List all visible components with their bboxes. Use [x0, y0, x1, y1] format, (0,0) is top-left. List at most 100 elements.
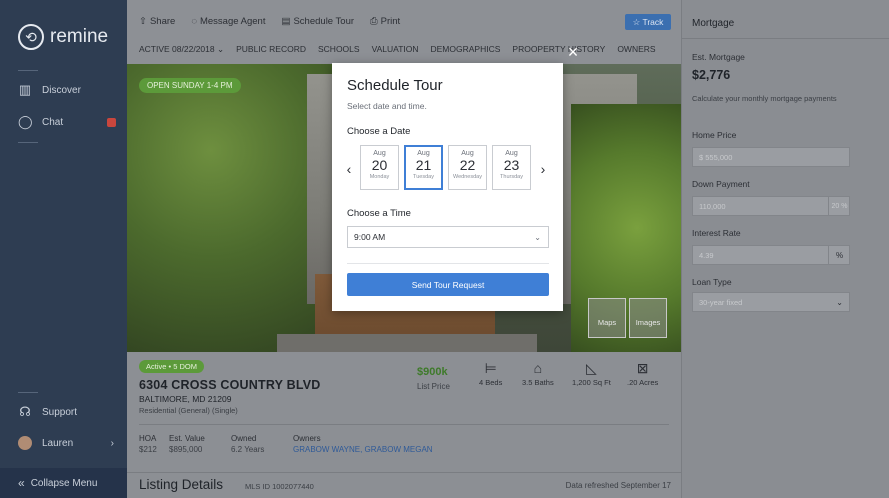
remine-logo-icon: ⟲	[18, 24, 44, 50]
schedule-tour-button[interactable]: ▤ Schedule Tour	[281, 16, 354, 27]
date-weekday: Tuesday	[413, 174, 434, 180]
sidebar: ⟲ remine ▥ Discover ◯ Chat ☊ Support Lau…	[0, 0, 127, 498]
date-option[interactable]: Aug 22 Wednesday	[448, 145, 487, 190]
collapse-menu-button[interactable]: « Collapse Menu	[0, 468, 127, 498]
sqft-stat: ◺ 1,200 Sq Ft	[572, 360, 611, 387]
date-weekday: Wednesday	[453, 174, 482, 180]
address: 6304 CROSS COUNTRY BLVD	[139, 378, 321, 392]
date-option[interactable]: Aug 23 Thursday	[492, 145, 531, 190]
mortgage-title: Mortgage	[692, 18, 735, 29]
date-weekday: Monday	[369, 174, 390, 180]
message-agent-button[interactable]: ◌ Message Agent	[191, 16, 265, 27]
status-badge: Active • 5 DOM	[139, 360, 204, 373]
property-type: Residential (General) (Single)	[139, 406, 238, 415]
track-button[interactable]: ☆ Track	[625, 14, 671, 30]
date-month: Aug	[417, 150, 430, 157]
owned-value: 6.2 Years	[231, 445, 265, 454]
date-month: Aug	[505, 150, 518, 157]
images-thumbnail[interactable]: Images	[629, 298, 667, 338]
tab-schools[interactable]: SCHOOLS	[318, 44, 360, 55]
divider	[347, 263, 549, 264]
down-payment-percent[interactable]: 20 %	[828, 196, 850, 216]
city: BALTIMORE, MD 21209	[139, 394, 232, 404]
print-button[interactable]: ⎙ Print	[370, 16, 400, 27]
chevron-down-icon: ⌄	[534, 232, 541, 242]
est-value: Est. Value $895,000	[169, 434, 205, 454]
mls-id: MLS ID 1002077440	[245, 482, 314, 491]
hoa-value: $212	[139, 445, 157, 454]
logo[interactable]: ⟲ remine	[18, 24, 108, 50]
schedule-label: Schedule Tour	[293, 16, 355, 27]
tab-demographics[interactable]: DEMOGRAPHICS	[431, 44, 501, 55]
top-toolbar: ⇧ Share ◌ Message Agent ▤ Schedule Tour ⎙ Pr…	[127, 0, 681, 64]
interest-rate-input[interactable]: 4.39	[692, 245, 850, 265]
tab-owners[interactable]: OWNERS	[617, 44, 655, 55]
acres-value: .20 Acres	[627, 378, 659, 387]
divider	[682, 38, 889, 39]
date-day: 23	[503, 157, 520, 173]
divider	[18, 70, 38, 71]
owners-link[interactable]: GRABOW WAYNE, GRABOW MEGAN	[293, 445, 433, 454]
tab-active[interactable]: ACTIVE 08/22/2018 ⌄	[139, 44, 224, 55]
tab-public-record[interactable]: PUBLIC RECORD	[236, 44, 306, 55]
home-price-label: Home Price	[692, 130, 737, 140]
listing-summary: Active • 5 DOM 6304 CROSS COUNTRY BLVD B…	[127, 352, 681, 498]
open-house-badge: OPEN SUNDAY 1-4 PM	[139, 78, 241, 93]
choose-time-label: Choose a Time	[347, 208, 411, 219]
sidebar-item-label: Support	[42, 406, 78, 418]
date-month: Aug	[461, 150, 474, 157]
date-month: Aug	[373, 150, 386, 157]
list-price-label: List Price	[417, 382, 450, 391]
sidebar-item-chat[interactable]: ◯ Chat	[18, 115, 118, 129]
percent-unit: %	[828, 245, 850, 265]
close-icon[interactable]: ×	[563, 42, 583, 62]
owners-label: Owners	[293, 434, 321, 443]
divider	[18, 142, 38, 143]
chevron-down-icon: ⌄	[836, 297, 843, 307]
date-day: 22	[459, 157, 476, 173]
support-icon: ☊	[19, 404, 31, 419]
prev-dates-button[interactable]: ‹	[344, 161, 354, 177]
beds-value: 4 Beds	[479, 378, 503, 387]
down-payment-input[interactable]: 110,000	[692, 196, 850, 216]
schedule-tour-modal: Schedule Tour Select date and time. Choo…	[332, 63, 563, 311]
area-icon: ◺	[586, 360, 597, 376]
home-price-input[interactable]: $ 555,000	[692, 147, 850, 167]
collapse-label: Collapse Menu	[30, 477, 98, 489]
est-value-label: Est. Value	[169, 434, 205, 443]
beds-stat: ⊨ 4 Beds	[479, 360, 502, 387]
tab-valuation[interactable]: VALUATION	[372, 44, 419, 55]
next-dates-button[interactable]: ›	[538, 161, 548, 177]
user-name: Lauren	[42, 437, 74, 449]
chat-badge	[107, 117, 116, 127]
photo-trees	[127, 64, 337, 352]
message-icon: ◌	[191, 16, 197, 27]
photo-driveway	[277, 334, 537, 352]
share-icon: ⇧	[139, 16, 147, 27]
tab-property-history[interactable]: PROOPERTY HISTORY	[512, 44, 605, 55]
owned-label: Owned	[231, 434, 257, 443]
listing-details-header: Listing Details MLS ID 1002077440 Data r…	[127, 472, 681, 498]
sidebar-item-user[interactable]: Lauren ›	[18, 436, 118, 450]
est-mortgage-value: $2,776	[692, 68, 731, 82]
calendar-icon: ▤	[281, 16, 291, 27]
hoa: HOA $212	[139, 434, 157, 454]
sidebar-item-discover[interactable]: ▥ Discover	[18, 83, 118, 97]
modal-title: Schedule Tour	[347, 77, 443, 94]
hoa-label: HOA	[139, 434, 157, 443]
date-option-selected[interactable]: Aug 21 Tuesday	[404, 145, 443, 190]
share-button[interactable]: ⇧ Share	[139, 16, 175, 27]
time-select[interactable]: 9:00 AM ⌄	[347, 226, 549, 248]
loan-type-select[interactable]: 30-year fixed ⌄	[692, 292, 850, 312]
date-weekday: Thursday	[500, 174, 523, 180]
sidebar-item-label: Discover	[42, 84, 81, 96]
divider	[18, 392, 38, 393]
lot-icon: ⊠	[636, 360, 649, 376]
date-option[interactable]: Aug 20 Monday	[360, 145, 399, 190]
send-tour-request-button[interactable]: Send Tour Request	[347, 273, 549, 296]
maps-thumbnail[interactable]: Maps	[588, 298, 626, 338]
est-value-value: $895,000	[169, 445, 203, 454]
owned: Owned 6.2 Years	[231, 434, 264, 454]
double-chevron-left-icon: «	[18, 476, 25, 490]
sidebar-item-support[interactable]: ☊ Support	[18, 405, 118, 419]
